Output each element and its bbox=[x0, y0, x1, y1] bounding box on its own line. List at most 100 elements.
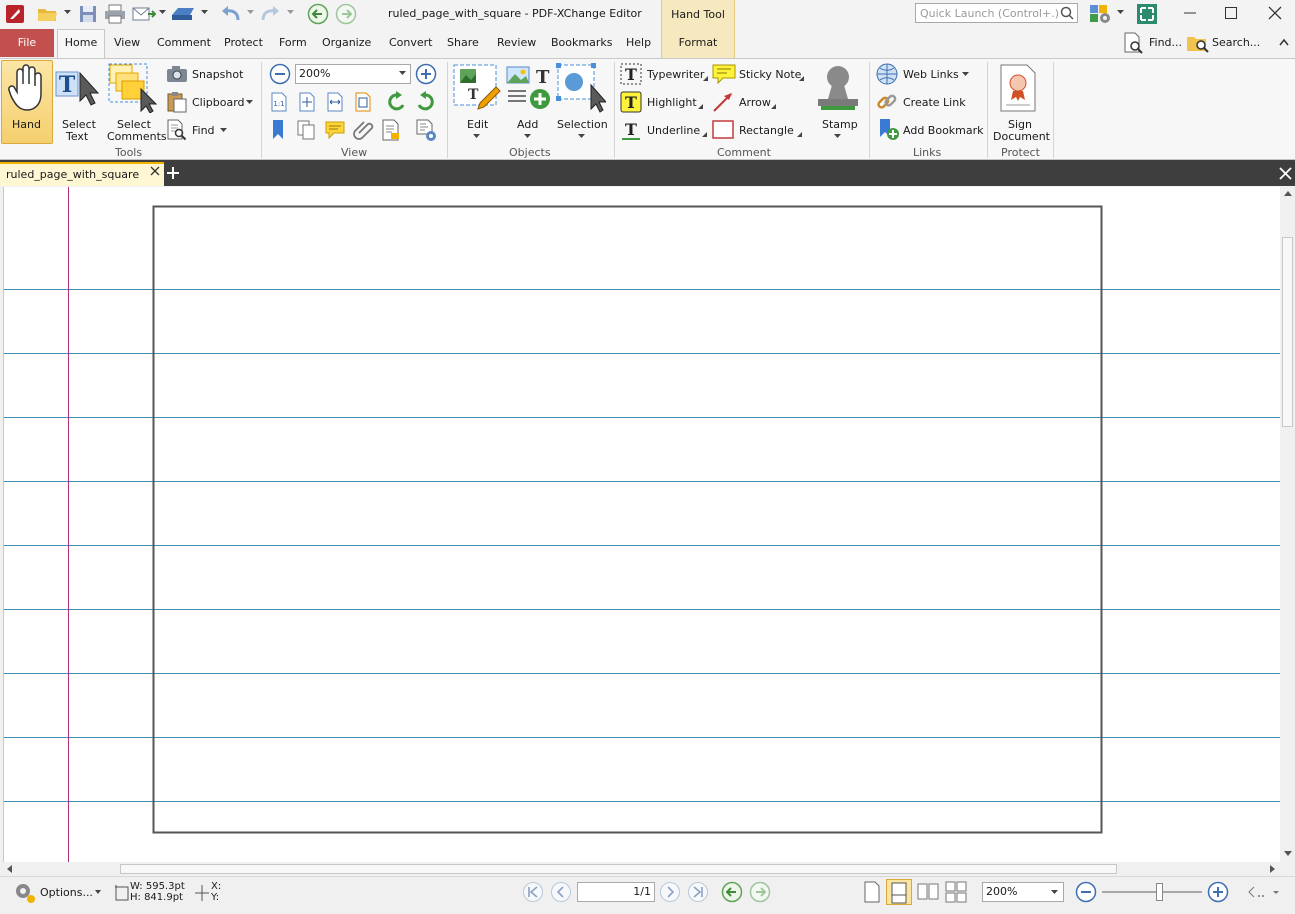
fit-visible-icon[interactable] bbox=[354, 92, 372, 112]
dropdown-arrow-icon[interactable] bbox=[201, 10, 208, 15]
customize-ui-icon[interactable] bbox=[1088, 3, 1114, 25]
quick-launch-input[interactable]: Quick Launch (Control+.) bbox=[915, 3, 1078, 23]
dropdown-arrow-icon[interactable] bbox=[95, 890, 101, 894]
options-button[interactable]: Options... bbox=[40, 886, 93, 899]
web-links-label[interactable]: Web Links bbox=[903, 68, 959, 81]
find-button[interactable]: Find... bbox=[1149, 36, 1182, 49]
tab-help[interactable]: Help bbox=[626, 36, 651, 49]
corner-arrow-icon[interactable] bbox=[799, 76, 804, 81]
dropdown-arrow-icon[interactable] bbox=[247, 10, 254, 15]
tab-organize[interactable]: Organize bbox=[322, 36, 371, 49]
forward-nav-icon[interactable] bbox=[335, 3, 357, 25]
print-icon[interactable] bbox=[104, 4, 126, 24]
dropdown-arrow-icon[interactable] bbox=[399, 71, 406, 76]
scan-icon[interactable] bbox=[170, 5, 196, 23]
email-icon[interactable] bbox=[132, 5, 156, 23]
scroll-up-icon[interactable] bbox=[1284, 190, 1292, 196]
corner-arrow-icon[interactable] bbox=[702, 132, 707, 137]
close-icon[interactable] bbox=[1268, 6, 1282, 20]
tab-protect[interactable]: Protect bbox=[224, 36, 263, 49]
facing-pages-icon[interactable] bbox=[916, 881, 940, 903]
rotate-left-icon[interactable] bbox=[386, 91, 408, 113]
attachments-pane-icon[interactable] bbox=[352, 118, 376, 142]
corner-arrow-icon[interactable] bbox=[797, 132, 802, 137]
scroll-right-icon[interactable] bbox=[1270, 865, 1276, 873]
undo-icon[interactable] bbox=[220, 4, 242, 24]
page-number-input[interactable]: 1/1 bbox=[577, 882, 655, 902]
save-icon[interactable] bbox=[78, 4, 98, 24]
fit-width-icon[interactable] bbox=[326, 92, 344, 112]
view-settings-icon[interactable] bbox=[414, 119, 438, 143]
comments-pane-icon[interactable] bbox=[324, 119, 348, 141]
scroll-down-icon[interactable] bbox=[1284, 851, 1292, 857]
tab-review[interactable]: Review bbox=[497, 36, 536, 49]
horizontal-scrollbar[interactable] bbox=[0, 862, 1295, 876]
scroll-left-icon[interactable] bbox=[6, 865, 12, 873]
rectangle-label[interactable]: Rectangle bbox=[739, 124, 794, 137]
dropdown-arrow-icon[interactable] bbox=[1117, 10, 1124, 15]
tab-bookmarks[interactable]: Bookmarks bbox=[551, 36, 612, 49]
thumbnails-pane-icon[interactable] bbox=[296, 119, 318, 141]
status-zoom-out-icon[interactable] bbox=[1075, 881, 1097, 903]
maximize-icon[interactable] bbox=[1224, 6, 1238, 20]
last-page-icon[interactable] bbox=[687, 881, 709, 903]
next-page-icon[interactable] bbox=[659, 881, 681, 903]
snapshot-label[interactable]: Snapshot bbox=[192, 68, 243, 81]
stamp-button[interactable] bbox=[812, 60, 864, 144]
zoom-slider-thumb[interactable] bbox=[1156, 883, 1163, 901]
forward-view-icon[interactable] bbox=[749, 881, 771, 903]
continuous-facing-icon[interactable] bbox=[944, 881, 968, 903]
tab-form[interactable]: Form bbox=[279, 36, 307, 49]
dropdown-arrow-icon[interactable] bbox=[159, 10, 166, 15]
sticky-note-label[interactable]: Sticky Note bbox=[739, 68, 801, 81]
close-tab-icon[interactable] bbox=[150, 166, 160, 176]
dropdown-arrow-icon[interactable] bbox=[220, 128, 227, 133]
zoom-slider-track[interactable] bbox=[1102, 891, 1202, 893]
add-bookmark-label[interactable]: Add Bookmark bbox=[903, 124, 984, 137]
tab-home[interactable]: Home bbox=[57, 29, 105, 59]
status-more-icon[interactable] bbox=[1246, 885, 1286, 899]
vertical-scrollbar[interactable] bbox=[1280, 187, 1295, 862]
dropdown-arrow-icon[interactable] bbox=[64, 10, 71, 15]
typewriter-label[interactable]: Typewriter bbox=[647, 68, 704, 81]
tab-share[interactable]: Share bbox=[447, 36, 479, 49]
create-link-label[interactable]: Create Link bbox=[903, 96, 966, 109]
tab-format[interactable]: Format bbox=[661, 28, 735, 58]
rotate-right-icon[interactable] bbox=[414, 91, 436, 113]
square-shape[interactable] bbox=[152, 205, 1103, 834]
fit-page-icon[interactable] bbox=[298, 92, 316, 112]
find-label[interactable]: Find bbox=[192, 124, 215, 137]
first-page-icon[interactable] bbox=[522, 881, 544, 903]
zoom-out-icon[interactable] bbox=[269, 63, 291, 85]
status-zoom-in-icon[interactable] bbox=[1207, 881, 1229, 903]
back-view-icon[interactable] bbox=[721, 881, 743, 903]
select-text-button[interactable] bbox=[55, 60, 103, 144]
fullscreen-icon[interactable] bbox=[1136, 3, 1158, 25]
zoom-combo[interactable]: 200% bbox=[295, 64, 411, 84]
single-page-icon[interactable] bbox=[862, 881, 882, 903]
dropdown-arrow-icon[interactable] bbox=[962, 72, 969, 77]
underline-label[interactable]: Underline bbox=[647, 124, 700, 137]
dropdown-arrow-icon[interactable] bbox=[287, 10, 294, 15]
highlight-label[interactable]: Highlight bbox=[647, 96, 697, 109]
redo-icon[interactable] bbox=[259, 4, 281, 24]
sign-document-button[interactable] bbox=[991, 60, 1049, 144]
dropdown-arrow-icon[interactable] bbox=[1051, 890, 1058, 895]
arrow-label[interactable]: Arrow bbox=[739, 96, 771, 109]
document-tab[interactable]: ruled_page_with_square bbox=[0, 162, 164, 186]
dropdown-arrow-icon[interactable] bbox=[246, 100, 253, 105]
options-gear-icon[interactable] bbox=[13, 881, 37, 905]
collapse-ribbon-icon[interactable] bbox=[1279, 38, 1289, 46]
open-folder-icon[interactable] bbox=[36, 4, 60, 24]
add-button[interactable] bbox=[505, 60, 553, 144]
edit-button[interactable] bbox=[451, 60, 505, 144]
tab-comment[interactable]: Comment bbox=[157, 36, 211, 49]
tab-view[interactable]: View bbox=[114, 36, 140, 49]
tab-convert[interactable]: Convert bbox=[389, 36, 433, 49]
clipboard-label[interactable]: Clipboard bbox=[192, 96, 245, 109]
minimize-icon[interactable] bbox=[1183, 6, 1197, 20]
new-tab-icon[interactable] bbox=[166, 166, 180, 180]
vertical-scroll-thumb[interactable] bbox=[1282, 237, 1293, 427]
horizontal-scroll-thumb[interactable] bbox=[120, 864, 1117, 874]
corner-arrow-icon[interactable] bbox=[771, 104, 776, 109]
